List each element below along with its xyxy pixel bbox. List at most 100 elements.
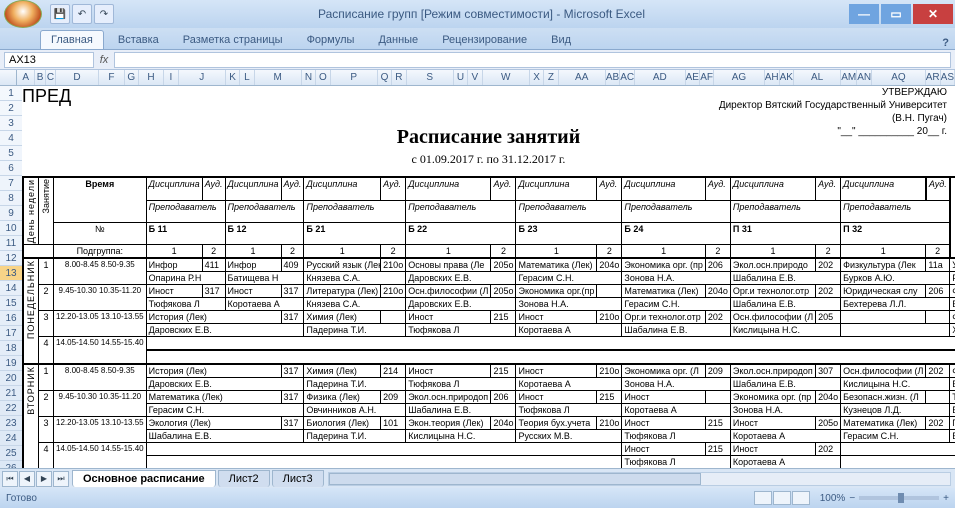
col-header-AQ[interactable]: AQ xyxy=(872,70,926,85)
group-b11: Б 11 xyxy=(146,222,225,244)
ribbon-tab-insert[interactable]: Вставка xyxy=(108,31,169,49)
col-header-AC[interactable]: AC xyxy=(620,70,635,85)
row-header-6[interactable]: 6 xyxy=(0,161,22,176)
office-button[interactable] xyxy=(4,0,42,28)
formula-bar[interactable] xyxy=(114,52,951,68)
ribbon-tab-formulas[interactable]: Формулы xyxy=(297,31,365,49)
row-headers: 1234567891011121314151617181920212223242… xyxy=(0,86,22,488)
col-header-X[interactable]: X xyxy=(530,70,544,85)
col-header-Z[interactable]: Z xyxy=(544,70,558,85)
name-box[interactable]: AX13 xyxy=(4,52,94,68)
ribbon-tab-data[interactable]: Данные xyxy=(368,31,428,49)
minimize-button[interactable]: — xyxy=(849,4,879,24)
col-header-N[interactable]: N xyxy=(302,70,316,85)
row-header-18[interactable]: 18 xyxy=(0,341,22,356)
col-header-AE[interactable]: AE xyxy=(686,70,700,85)
col-header-AK[interactable]: AK xyxy=(780,70,794,85)
col-header-P[interactable]: P xyxy=(331,70,378,85)
ribbon-tab-view[interactable]: Вид xyxy=(541,31,581,49)
row-header-8[interactable]: 8 xyxy=(0,191,22,206)
col-header-AM[interactable]: AM xyxy=(841,70,857,85)
horizontal-scrollbar[interactable] xyxy=(328,472,951,486)
col-header-M[interactable]: M xyxy=(255,70,302,85)
row-header-2[interactable]: 2 xyxy=(0,101,22,116)
tab-nav-prev[interactable]: ◀ xyxy=(19,471,35,487)
col-header-C[interactable]: C xyxy=(46,70,56,85)
col-header-AL[interactable]: AL xyxy=(794,70,841,85)
row-header-15[interactable]: 15 xyxy=(0,296,22,311)
col-header-R[interactable]: R xyxy=(392,70,406,85)
close-button[interactable]: ✕ xyxy=(913,4,953,24)
row-header-12[interactable]: 12 xyxy=(0,251,22,266)
row-header-25[interactable]: 25 xyxy=(0,446,22,461)
col-header-AA[interactable]: AA xyxy=(559,70,606,85)
row-header-21[interactable]: 21 xyxy=(0,386,22,401)
ribbon-tab-home[interactable]: Главная xyxy=(40,30,104,49)
col-header-V[interactable]: V xyxy=(468,70,482,85)
col-header-K[interactable]: K xyxy=(226,70,240,85)
row-header-5[interactable]: 5 xyxy=(0,146,22,161)
maximize-button[interactable]: ▭ xyxy=(881,4,911,24)
sheet-tab-2[interactable]: Лист2 xyxy=(218,470,270,487)
row-header-4[interactable]: 4 xyxy=(0,131,22,146)
col-header-I[interactable]: I xyxy=(164,70,178,85)
row-header-22[interactable]: 22 xyxy=(0,401,22,416)
undo-icon[interactable]: ↶ xyxy=(72,4,92,24)
ribbon-tab-layout[interactable]: Разметка страницы xyxy=(173,31,293,49)
group-p31: П 31 xyxy=(730,222,840,244)
col-header-Q[interactable]: Q xyxy=(378,70,392,85)
row-header-14[interactable]: 14 xyxy=(0,281,22,296)
col-header-AR[interactable]: AR xyxy=(926,70,941,85)
col-header-A[interactable]: A xyxy=(17,70,34,85)
col-header-B[interactable]: B xyxy=(35,70,46,85)
row-header-16[interactable]: 16 xyxy=(0,311,22,326)
row-header-1[interactable]: 1 xyxy=(0,86,22,101)
row-header-11[interactable]: 11 xyxy=(0,236,22,251)
tab-nav-last[interactable]: ⏭ xyxy=(53,471,69,487)
col-header-AB[interactable]: AB xyxy=(606,70,620,85)
col-header-AG[interactable]: AG xyxy=(714,70,764,85)
save-icon[interactable]: 💾 xyxy=(50,4,70,24)
col-header-G[interactable]: G xyxy=(125,70,139,85)
ribbon-tab-review[interactable]: Рецензирование xyxy=(432,31,537,49)
col-header-W[interactable]: W xyxy=(483,70,530,85)
col-header-AN[interactable]: AN xyxy=(857,70,872,85)
grid-content[interactable]: ПРЕД УТВЕРЖДАЮ Директор Вятский Государс… xyxy=(22,86,955,488)
row-header-3[interactable]: 3 xyxy=(0,116,22,131)
col-header-H[interactable]: H xyxy=(139,70,164,85)
zoom-slider[interactable] xyxy=(859,496,939,500)
col-header-AD[interactable]: AD xyxy=(635,70,685,85)
zoom-in-button[interactable]: + xyxy=(943,493,949,504)
col-header-U[interactable]: U xyxy=(454,70,468,85)
tab-nav-first[interactable]: ⏮ xyxy=(2,471,18,487)
col-header-AF[interactable]: AF xyxy=(700,70,714,85)
view-page-break-button[interactable] xyxy=(792,491,810,505)
col-header-J[interactable]: J xyxy=(179,70,226,85)
row-header-10[interactable]: 10 xyxy=(0,221,22,236)
zoom-out-button[interactable]: − xyxy=(849,493,855,504)
row-header-17[interactable]: 17 xyxy=(0,326,22,341)
row-header-23[interactable]: 23 xyxy=(0,416,22,431)
row-header-7[interactable]: 7 xyxy=(0,176,22,191)
col-header-F[interactable]: F xyxy=(99,70,124,85)
row-header-9[interactable]: 9 xyxy=(0,206,22,221)
help-icon[interactable]: ? xyxy=(942,37,949,49)
row-header-24[interactable]: 24 xyxy=(0,431,22,446)
row-header-13[interactable]: 13 xyxy=(0,266,22,281)
fx-icon[interactable]: fx xyxy=(94,54,114,66)
col-header-AS[interactable]: AS xyxy=(941,70,955,85)
tab-nav-next[interactable]: ▶ xyxy=(36,471,52,487)
row-header-20[interactable]: 20 xyxy=(0,371,22,386)
col-header-D[interactable]: D xyxy=(56,70,99,85)
row-header-19[interactable]: 19 xyxy=(0,356,22,371)
sheet-tab-main[interactable]: Основное расписание xyxy=(72,470,216,487)
view-page-layout-button[interactable] xyxy=(773,491,791,505)
select-all-button[interactable] xyxy=(0,70,17,85)
redo-icon[interactable]: ↷ xyxy=(94,4,114,24)
col-header-AH[interactable]: AH xyxy=(765,70,780,85)
view-normal-button[interactable] xyxy=(754,491,772,505)
col-header-L[interactable]: L xyxy=(240,70,254,85)
sheet-tab-3[interactable]: Лист3 xyxy=(272,470,324,487)
col-header-O[interactable]: O xyxy=(316,70,330,85)
col-header-S[interactable]: S xyxy=(407,70,454,85)
